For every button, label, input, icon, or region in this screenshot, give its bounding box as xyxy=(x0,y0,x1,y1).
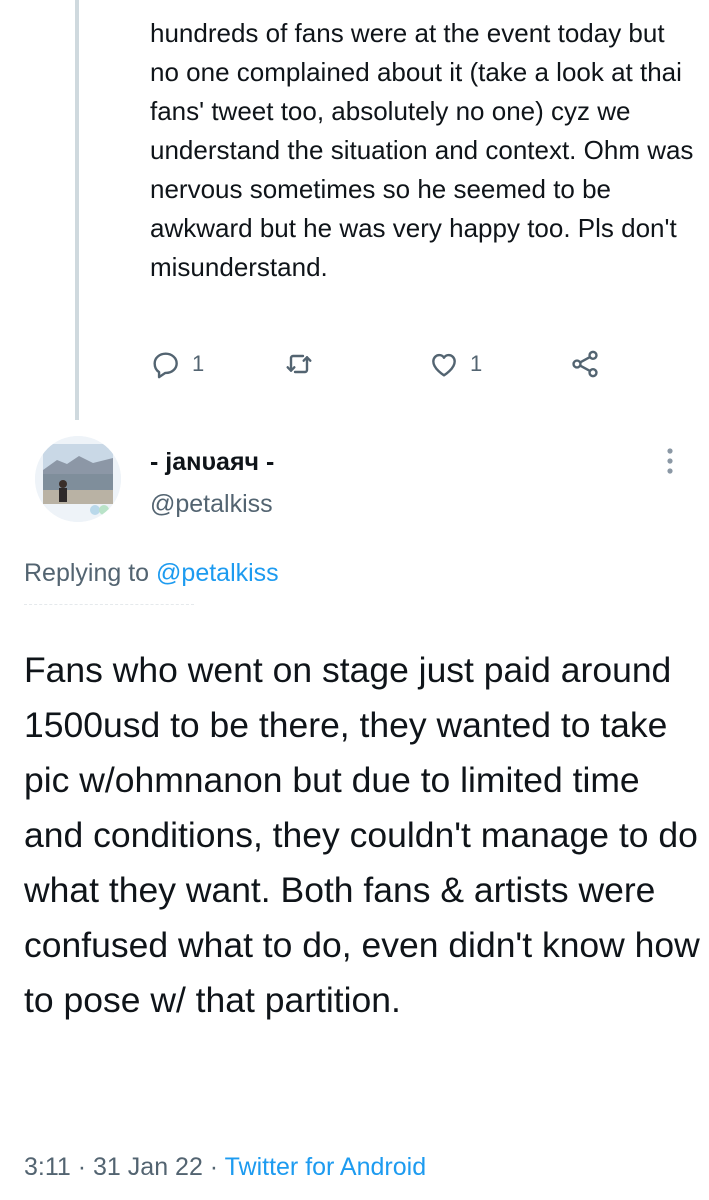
tweet-date[interactable]: 31 Jan 22 xyxy=(93,1153,203,1181)
author-handle[interactable]: @petalkiss xyxy=(150,490,273,519)
reply-icon xyxy=(150,348,182,380)
meta-separator: · xyxy=(70,1153,94,1181)
retweet-icon xyxy=(282,348,316,380)
like-button[interactable]: 1 xyxy=(428,348,482,380)
reply-button[interactable]: 1 xyxy=(150,348,204,380)
divider xyxy=(24,604,194,605)
reply-count: 1 xyxy=(192,351,205,376)
like-count: 1 xyxy=(470,351,483,376)
avatar-photo-icon xyxy=(35,436,121,522)
replying-to-mention[interactable]: @petalkiss xyxy=(156,559,279,587)
like-icon xyxy=(428,348,460,380)
tweet-action-bar: 1 1 xyxy=(150,348,620,388)
share-icon xyxy=(568,348,602,380)
retweet-button[interactable] xyxy=(282,348,316,380)
tweet-time[interactable]: 3:11 xyxy=(24,1153,71,1181)
replying-to-prefix: Replying to xyxy=(24,559,157,587)
main-tweet-text: Fans who went on stage just paid around … xyxy=(24,650,700,1020)
avatar[interactable] xyxy=(35,436,121,522)
thread-connector-line xyxy=(75,0,79,420)
author-display-name[interactable]: - jаɴυаяч - xyxy=(150,448,274,477)
more-options-icon xyxy=(662,448,678,483)
tweet-source-link[interactable]: Twitter for Android xyxy=(225,1153,426,1181)
previous-tweet-text: hundreds of fans were at the event today… xyxy=(150,18,694,282)
share-button[interactable] xyxy=(568,348,602,380)
replying-to-line: Replying to @petalkiss xyxy=(24,559,279,588)
tweet-metadata: 3:11 · 31 Jan 22 · Twitter for Android xyxy=(24,1153,426,1182)
meta-separator: · xyxy=(202,1153,225,1181)
more-options-button[interactable] xyxy=(662,445,678,479)
